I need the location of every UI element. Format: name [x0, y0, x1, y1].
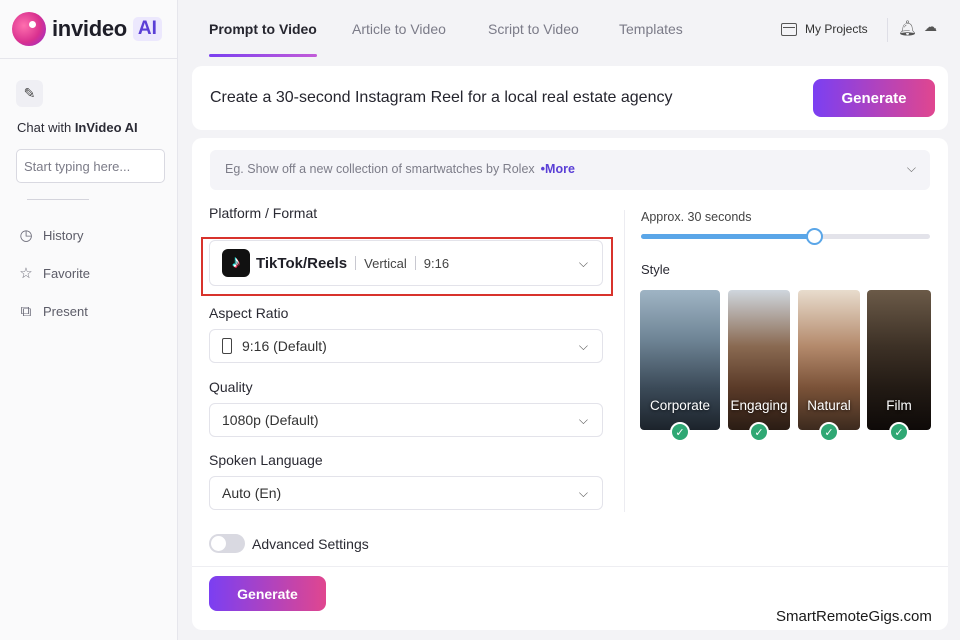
logo-ai-badge: AI: [132, 17, 162, 41]
aspect-ratio-select[interactable]: 9:16 (Default) ⌵: [209, 329, 603, 363]
separator: [355, 256, 357, 270]
tab-article-to-video[interactable]: Article to Video: [352, 21, 446, 37]
platform-name: TikTok/Reels: [256, 254, 348, 272]
chevron-down-icon: ⌵: [578, 412, 588, 427]
example-text: Eg. Show off a new collection of smartwa…: [225, 162, 575, 176]
style-option-label: Corporate: [649, 398, 711, 413]
my-projects-label: My Projects: [805, 22, 868, 36]
sidebar-item-label: Favorite: [43, 265, 90, 281]
phone-icon: [222, 338, 232, 354]
check-icon: ✓: [670, 422, 690, 442]
example-prompt-bar[interactable]: Eg. Show off a new collection of smartwa…: [210, 150, 930, 190]
platform-ratio: 9:16: [423, 255, 450, 271]
advanced-settings-label[interactable]: Advanced Settings: [252, 536, 369, 552]
more-link[interactable]: •More: [541, 162, 575, 176]
duration-label: Approx. 30 seconds: [641, 210, 752, 224]
platform-label: Platform / Format: [209, 205, 318, 221]
sidebar-item-label: History: [43, 227, 84, 243]
generate-button-top[interactable]: Generate: [813, 79, 935, 117]
tiktok-icon: [222, 249, 250, 277]
quality-label: Quality: [209, 379, 253, 395]
my-projects-button[interactable]: My Projects: [781, 22, 868, 36]
style-option-label: Engaging: [730, 398, 788, 413]
folder-icon: [781, 22, 797, 36]
chevron-down-icon[interactable]: ⌵: [907, 161, 916, 176]
language-value: Auto (En): [222, 485, 282, 501]
aspect-ratio-label: Aspect Ratio: [209, 305, 289, 321]
check-icon: ✓: [889, 422, 909, 442]
platform-orientation: Vertical: [364, 255, 407, 271]
watermark-text: SmartRemoteGigs.com: [776, 608, 932, 625]
chevron-down-icon: ⌵: [578, 255, 588, 270]
cloud-icon[interactable]: ☁: [924, 19, 937, 35]
aspect-ratio-value: 9:16 (Default): [242, 338, 327, 354]
chevron-down-icon: ⌵: [578, 485, 588, 500]
language-select[interactable]: Auto (En) ⌵: [209, 476, 603, 510]
duration-slider[interactable]: [641, 228, 930, 245]
tab-templates[interactable]: Templates: [619, 21, 683, 37]
pencil-icon[interactable]: ✎: [16, 80, 43, 107]
style-option-engaging[interactable]: Engaging ✓: [728, 290, 790, 442]
slider-fill: [641, 234, 815, 239]
check-icon: ✓: [819, 422, 839, 442]
sidebar-item-history[interactable]: ◷ History: [18, 226, 83, 244]
advanced-settings-toggle[interactable]: [209, 534, 245, 553]
header-divider: [887, 18, 888, 42]
tab-script-to-video[interactable]: Script to Video: [488, 21, 579, 37]
chat-label: Chat with InVideo AI: [17, 120, 138, 135]
slider-handle[interactable]: [806, 228, 824, 245]
separator: [414, 256, 416, 270]
column-divider: [624, 210, 625, 512]
style-option-label: Film: [886, 398, 912, 413]
sidebar: invideo AI ✎ Chat with InVideo AI ◷ Hist…: [0, 0, 178, 640]
sidebar-item-present[interactable]: ⧉ Present: [18, 303, 88, 320]
style-option-film[interactable]: Film ✓: [867, 290, 931, 442]
check-icon: ✓: [749, 422, 769, 442]
style-option-label: Natural: [807, 398, 851, 413]
invideo-logo-icon: [12, 12, 46, 46]
generate-button-bottom[interactable]: Generate: [209, 576, 326, 611]
sidebar-item-favorite[interactable]: ☆ Favorite: [18, 264, 90, 282]
present-icon: ⧉: [20, 303, 32, 320]
settings-card: Eg. Show off a new collection of smartwa…: [192, 138, 948, 630]
prompt-text[interactable]: Create a 30-second Instagram Reel for a …: [210, 89, 672, 107]
style-option-corporate[interactable]: Corporate ✓: [640, 290, 720, 442]
prompt-card: Create a 30-second Instagram Reel for a …: [192, 66, 948, 130]
logo-text: invideo: [52, 16, 127, 41]
logo[interactable]: invideo AI: [12, 12, 162, 46]
style-option-natural[interactable]: Natural ✓: [798, 290, 860, 442]
clock-icon: ◷: [19, 227, 33, 244]
quality-value: 1080p (Default): [222, 412, 319, 428]
language-label: Spoken Language: [209, 452, 323, 468]
chevron-down-icon: ⌵: [578, 338, 588, 353]
chat-input[interactable]: [16, 149, 165, 183]
footer-divider: [192, 566, 948, 567]
tab-prompt-to-video[interactable]: Prompt to Video: [209, 21, 317, 37]
sidebar-divider: [0, 58, 178, 59]
active-tab-indicator: [209, 54, 317, 57]
sidebar-separator: [27, 199, 89, 200]
bell-icon[interactable]: 🔔︎: [898, 19, 917, 37]
platform-select[interactable]: TikTok/Reels Vertical 9:16 ⌵: [209, 240, 603, 286]
quality-select[interactable]: 1080p (Default) ⌵: [209, 403, 603, 437]
sidebar-item-label: Present: [43, 304, 88, 319]
style-label: Style: [641, 262, 670, 277]
star-icon: ☆: [19, 265, 33, 282]
